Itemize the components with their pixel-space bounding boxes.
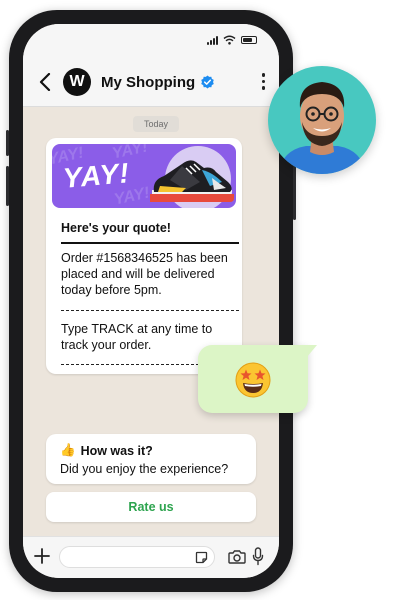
quote-title: Here's your quote! xyxy=(61,221,171,235)
person-photo xyxy=(278,82,366,174)
message-input[interactable] xyxy=(59,546,215,568)
status-bar xyxy=(23,24,279,58)
divider xyxy=(61,242,239,244)
feedback-subtext: Did you enjoy the experience? xyxy=(60,462,229,476)
chevron-left-icon[interactable] xyxy=(35,72,55,92)
phone-frame: W My Shopping Today YAY! YAY! YAY! YAY! … xyxy=(6,10,296,592)
quote-message-card: YAY! YAY! YAY! YAY! Here's your quote! O… xyxy=(46,138,242,374)
phone-power-button xyxy=(293,160,296,220)
dashed-divider xyxy=(61,310,239,311)
status-icons xyxy=(207,35,257,45)
feedback-question-text: How was it? xyxy=(80,443,153,458)
signal-icon xyxy=(207,35,218,45)
star-struck-face-icon xyxy=(235,362,271,398)
chat-header: W My Shopping xyxy=(23,58,279,107)
message-composer xyxy=(23,536,279,578)
chat-title[interactable]: My Shopping xyxy=(101,74,195,91)
phone-screen: W My Shopping Today YAY! YAY! YAY! YAY! … xyxy=(23,24,279,578)
mic-icon[interactable] xyxy=(252,547,264,566)
shop-logo[interactable]: W xyxy=(63,68,91,96)
more-vertical-icon[interactable] xyxy=(261,73,265,90)
order-text: Order #1568346525 has been placed and wi… xyxy=(61,251,228,297)
verified-badge-icon xyxy=(201,74,214,88)
feedback-message: 👍 How was it? Did you enjoy the experien… xyxy=(46,434,256,484)
banner-title: YAY! xyxy=(61,157,131,194)
camera-icon[interactable] xyxy=(228,549,246,565)
wifi-icon xyxy=(223,35,236,45)
battery-icon xyxy=(241,36,257,44)
screenshot-canvas: W My Shopping Today YAY! YAY! YAY! YAY! … xyxy=(0,0,400,600)
phone-volume-down xyxy=(6,166,9,206)
date-chip: Today xyxy=(133,116,180,132)
thumbs-up-icon: 👍 xyxy=(60,443,76,457)
phone-volume-up xyxy=(6,130,9,156)
outgoing-emoji-bubble: 🤩 xyxy=(198,345,317,413)
rate-us-button[interactable]: Rate us xyxy=(46,492,256,522)
sticker-icon[interactable] xyxy=(195,551,208,564)
feedback-question: 👍 How was it? xyxy=(60,443,153,458)
plus-icon[interactable] xyxy=(33,547,51,565)
avatar xyxy=(268,66,376,174)
sneaker-image xyxy=(150,160,234,202)
yay-banner: YAY! YAY! YAY! YAY! xyxy=(52,144,236,208)
